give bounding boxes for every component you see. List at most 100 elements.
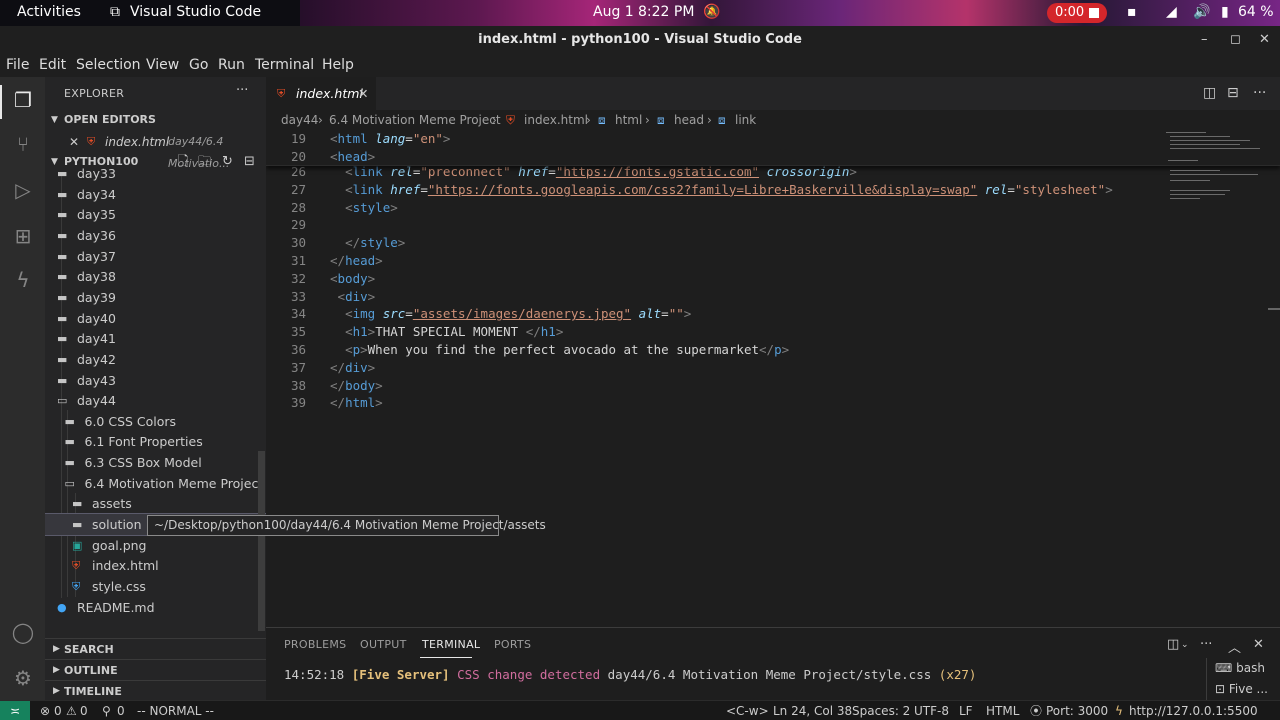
tree-item[interactable]: ▬ day42 <box>45 349 266 370</box>
search-section[interactable]: ▶ SEARCH <box>45 638 266 659</box>
app-menu[interactable]: Visual Studio Code <box>130 4 261 20</box>
tree-item[interactable]: ⛨ style.css <box>45 576 266 597</box>
terminal-output[interactable]: 14:52:18 [Five Server] CSS change detect… <box>284 667 976 682</box>
error-count[interactable]: 0 <box>54 701 62 720</box>
encoding[interactable]: UTF-8 <box>914 701 949 720</box>
tree-item[interactable]: ▭ day44 <box>45 390 266 411</box>
explorer-icon[interactable]: ❐ <box>10 87 36 113</box>
menu-edit[interactable]: Edit <box>39 57 66 73</box>
tree-item[interactable]: ▬ day33 <box>45 163 266 184</box>
breadcrumb-item[interactable]: index.html <box>524 110 588 130</box>
date-label[interactable]: Aug 1 <box>593 4 634 20</box>
tree-item[interactable]: ⛨ index.html <box>45 555 266 576</box>
app-indicator-icon[interactable]: ▪ <box>1127 4 1137 20</box>
menu-terminal[interactable]: Terminal <box>255 57 314 73</box>
warning-count[interactable]: 0 <box>80 701 88 720</box>
tree-item[interactable]: ▬ day35 <box>45 204 266 225</box>
screen-recording-indicator[interactable]: 0:00 <box>1047 3 1107 23</box>
sidebar-scrollbar[interactable] <box>258 451 265 631</box>
open-editors-header[interactable]: ▼ OPEN EDITORS <box>45 109 266 131</box>
terminal-item-five[interactable]: ⊡ Five ... <box>1215 682 1268 696</box>
code-editor[interactable]: 26 <link rel="preconnect" href="https://… <box>266 130 1280 627</box>
menu-go[interactable]: Go <box>189 57 208 73</box>
warnings-icon[interactable]: ⚠ <box>66 701 77 720</box>
tree-item[interactable]: ▬ 6.3 CSS Box Model <box>45 452 266 473</box>
breadcrumb-item[interactable]: html <box>615 110 642 130</box>
tree-item[interactable]: ▬ day40 <box>45 308 266 329</box>
tree-item[interactable]: ▬ day37 <box>45 246 266 267</box>
remote-icon[interactable]: ≍ <box>0 701 30 720</box>
tab-problems[interactable]: PROBLEMS <box>284 638 346 651</box>
cursor-position[interactable]: Ln 24, Col 38 <box>773 701 852 720</box>
maximize-panel-icon[interactable]: ︿ <box>1228 637 1241 656</box>
menu-help[interactable]: Help <box>322 57 354 73</box>
tab-index-html[interactable]: ⛨ index.html ✕ <box>266 77 376 110</box>
explorer-more-icon[interactable]: ··· <box>236 83 248 98</box>
tree-item-label: 6.1 Font Properties <box>84 434 203 450</box>
sticky-scroll[interactable]: 19 <html lang="en"> 20 <head> <box>266 130 1280 166</box>
five-server-url[interactable]: http://127.0.0.1:5500 <box>1129 701 1258 720</box>
tree-item[interactable]: ▬ 6.1 Font Properties <box>45 431 266 452</box>
battery-icon[interactable]: ▮ <box>1221 4 1229 20</box>
terminal-item-bash[interactable]: ⌨ bash <box>1215 661 1265 675</box>
menu-run[interactable]: Run <box>218 57 245 73</box>
more-actions-icon[interactable]: ··· <box>1200 637 1212 652</box>
activities-button[interactable]: Activities <box>17 4 81 20</box>
outline-section[interactable]: ▶ OUTLINE <box>45 659 266 680</box>
run-debug-icon[interactable]: ▷ <box>10 177 36 203</box>
editor-scrollbar[interactable] <box>1268 308 1280 310</box>
tree-item[interactable]: ▬ day43 <box>45 370 266 391</box>
tree-item[interactable]: ▬ day41 <box>45 328 266 349</box>
menu-selection[interactable]: Selection <box>76 57 141 73</box>
open-preview-icon[interactable]: ◫ <box>1203 85 1216 101</box>
breadcrumb-item[interactable]: head <box>674 110 704 130</box>
tree-item[interactable]: ▣ goal.png <box>45 535 266 556</box>
breadcrumb-item[interactable]: link <box>735 110 756 130</box>
ports-count[interactable]: 0 <box>117 701 125 720</box>
chevron-down-icon[interactable]: ⌄ <box>1181 640 1189 650</box>
more-actions-icon[interactable]: ··· <box>1253 85 1266 101</box>
end-of-line[interactable]: LF <box>959 701 973 720</box>
tree-item[interactable]: ▭ 6.4 Motivation Meme Project <box>45 473 266 494</box>
minimize-icon[interactable]: – <box>1201 26 1208 53</box>
ports-icon[interactable]: ⚲ <box>102 701 111 720</box>
tree-item[interactable]: ▬ assets <box>45 493 266 514</box>
timeline-section[interactable]: ▶ TIMELINE <box>45 680 266 700</box>
clock-label[interactable]: 8:22 PM <box>638 4 694 20</box>
close-panel-icon[interactable]: ✕ <box>1253 637 1264 652</box>
indentation[interactable]: Spaces: 2 <box>852 701 910 720</box>
language-mode[interactable]: HTML <box>986 701 1019 720</box>
volume-icon[interactable]: 🔊 <box>1193 4 1210 20</box>
live-server-port[interactable]: Port: 3000 <box>1046 701 1108 720</box>
tree-item[interactable]: ▬ day34 <box>45 184 266 205</box>
close-window-icon[interactable]: ✕ <box>1259 26 1270 53</box>
tab-terminal[interactable]: TERMINAL <box>422 638 480 651</box>
tree-item[interactable]: ▬ day39 <box>45 287 266 308</box>
maximize-icon[interactable]: ◻ <box>1230 26 1241 53</box>
accounts-icon[interactable]: ◯ <box>10 619 36 645</box>
breadcrumb-item[interactable]: 6.4 Motivation Meme Project <box>329 110 501 130</box>
minimap[interactable] <box>1166 130 1266 210</box>
source-control-icon[interactable]: ⑂ <box>10 131 36 157</box>
errors-icon[interactable]: ⊗ <box>40 701 50 720</box>
tab-output[interactable]: OUTPUT <box>360 638 407 651</box>
tree-item[interactable]: ▬ 6.0 CSS Colors <box>45 411 266 432</box>
five-server-icon[interactable]: ϟ <box>10 267 36 293</box>
breadcrumb-item[interactable]: day44 <box>281 110 318 130</box>
split-editor-icon[interactable]: ⊟ <box>1227 85 1239 101</box>
tree-item[interactable]: ● README.md <box>45 597 266 618</box>
tab-ports[interactable]: PORTS <box>494 638 531 651</box>
wifi-icon[interactable]: ◢ <box>1166 4 1177 20</box>
notifications-muted-icon[interactable]: 🔕 <box>703 4 720 20</box>
menu-view[interactable]: View <box>146 57 179 73</box>
tree-item[interactable]: ▬ day38 <box>45 266 266 287</box>
close-tab-icon[interactable]: ✕ <box>358 77 368 110</box>
open-editor-item[interactable]: ✕ ⛨ index.html day44/6.4 Motivatio... <box>45 131 266 170</box>
stop-recording-icon[interactable] <box>1089 8 1099 18</box>
split-terminal-icon[interactable]: ◫ <box>1167 637 1179 652</box>
extensions-icon[interactable]: ⊞ <box>10 223 36 249</box>
tree-item[interactable]: ▬ day36 <box>45 225 266 246</box>
close-editor-icon[interactable]: ✕ <box>69 131 79 153</box>
menu-file[interactable]: File <box>6 57 29 73</box>
settings-gear-icon[interactable]: ⚙ <box>10 665 36 691</box>
